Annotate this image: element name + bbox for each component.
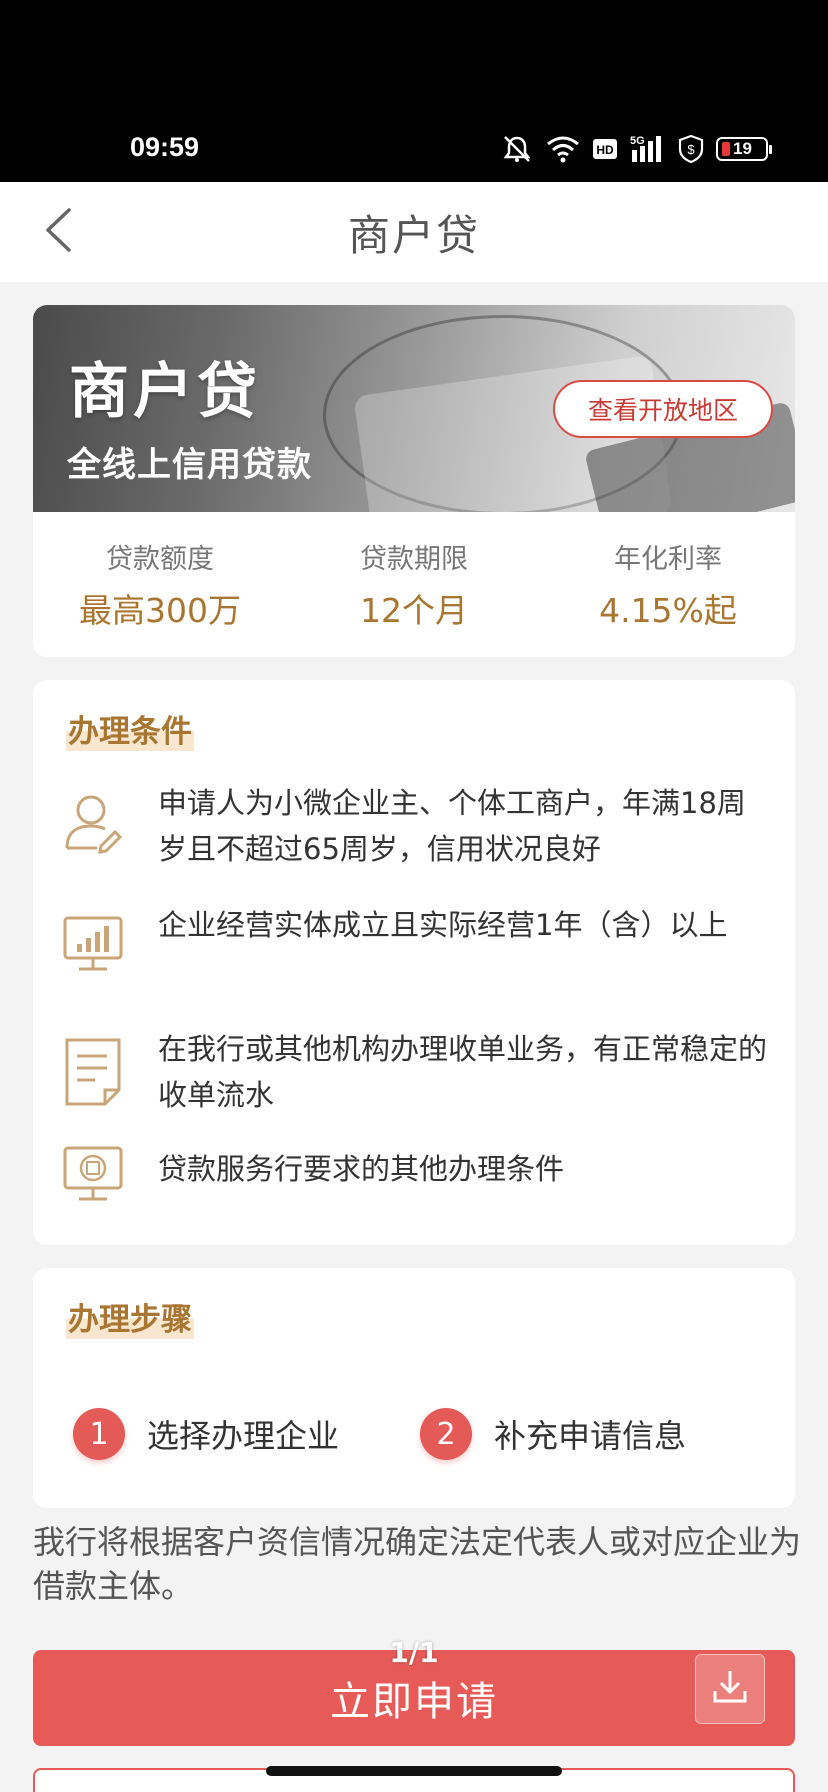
user-edit-icon xyxy=(61,790,125,854)
stat-rate: 年化利率 4.15%起 xyxy=(541,512,795,657)
steps-title: 办理步骤 xyxy=(66,1294,194,1339)
status-time: 09:59 xyxy=(130,132,200,162)
banner-image: 商户贷 全线上信用贷款 查看开放地区 xyxy=(33,305,795,512)
step-number: 1 xyxy=(73,1408,125,1460)
nav-header: 商户贷 xyxy=(0,182,828,282)
view-regions-button[interactable]: 查看开放地区 xyxy=(553,380,773,438)
stat-value: 4.15%起 xyxy=(599,591,737,630)
chevron-left-icon xyxy=(43,207,73,257)
stat-amount: 贷款额度 最高300万 xyxy=(33,512,287,657)
conditions-title: 办理条件 xyxy=(66,706,194,751)
signal-icon: 5G xyxy=(630,134,666,164)
status-icons: HD 5G $ 19 xyxy=(500,132,772,166)
steps-card: 办理步骤 1 选择办理企业 2 补充申请信息 xyxy=(33,1268,795,1508)
status-bar: 09:59 HD 5G $ 19 xyxy=(0,0,828,182)
battery-level: 19 xyxy=(733,139,752,158)
condition-text: 申请人为小微企业主、个体工商户，年满18周岁且不超过65周岁，信用状况良好 xyxy=(158,786,746,866)
svg-text:HD: HD xyxy=(596,143,614,157)
condition-text: 企业经营实体成立且实际经营1年（含）以上 xyxy=(158,908,728,942)
page-indicator: 1/1 xyxy=(389,1636,439,1669)
bank-service-icon xyxy=(61,1142,125,1206)
mute-icon xyxy=(500,134,534,164)
svg-text:5G: 5G xyxy=(630,135,645,147)
page-title: 商户贷 xyxy=(347,210,480,260)
stat-label: 贷款额度 xyxy=(106,544,214,575)
document-icon xyxy=(61,1036,125,1106)
stat-value: 12个月 xyxy=(360,591,468,630)
stat-label: 贷款期限 xyxy=(360,544,468,575)
notice-text: 我行将根据客户资信情况确定法定代表人或对应企业为借款主体。 xyxy=(33,1523,802,1605)
stat-label: 年化利率 xyxy=(614,544,722,575)
conditions-card: 办理条件 申请人为小微企业主、个体工商户，年满18周岁且不超过65周岁，信用状况… xyxy=(33,680,795,1245)
svg-text:$: $ xyxy=(687,142,695,157)
step-item: 1 选择办理企业 xyxy=(73,1408,339,1460)
banner-subtitle: 全线上信用贷款 xyxy=(67,445,312,485)
step-label: 补充申请信息 xyxy=(494,1417,687,1455)
banner-title: 商户贷 xyxy=(69,357,261,427)
monitor-chart-icon xyxy=(61,912,125,976)
back-button[interactable] xyxy=(30,204,86,260)
hd-icon: HD xyxy=(592,137,618,161)
home-indicator[interactable] xyxy=(266,1766,562,1776)
condition-text: 在我行或其他机构办理收单业务，有正常稳定的收单流水 xyxy=(158,1032,768,1112)
shield-icon: $ xyxy=(678,134,704,164)
condition-text: 贷款服务行要求的其他办理条件 xyxy=(158,1152,565,1186)
step-item: 2 补充申请信息 xyxy=(420,1408,686,1460)
product-card: 商户贷 全线上信用贷款 查看开放地区 贷款额度 最高300万 贷款期限 12个月… xyxy=(33,305,795,657)
step-label: 选择办理企业 xyxy=(147,1417,340,1455)
stat-term: 贷款期限 12个月 xyxy=(287,512,541,657)
battery-icon: 19 xyxy=(716,137,772,161)
stat-value: 最高300万 xyxy=(79,591,241,630)
loan-stats: 贷款额度 最高300万 贷款期限 12个月 年化利率 4.15%起 xyxy=(33,512,795,657)
download-icon xyxy=(710,1667,750,1711)
step-number: 2 xyxy=(420,1408,472,1460)
wifi-icon xyxy=(546,135,580,163)
